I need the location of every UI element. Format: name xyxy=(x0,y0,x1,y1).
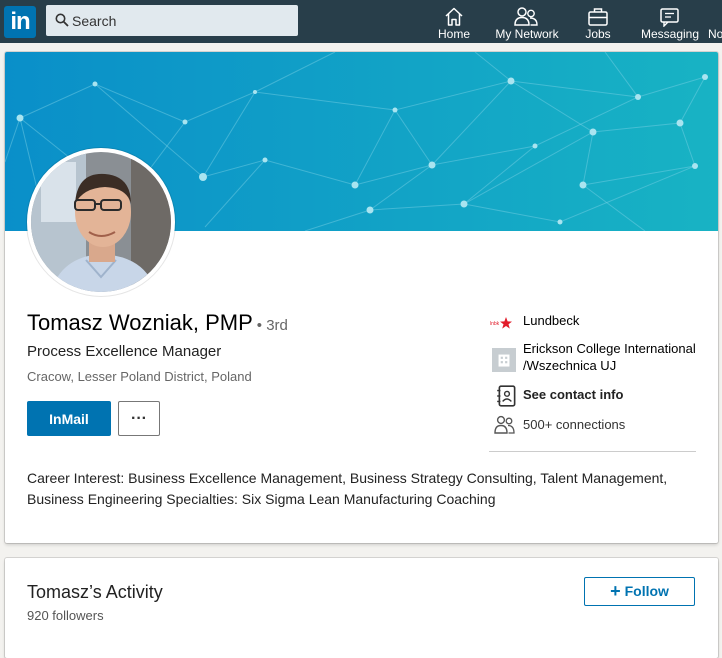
lundbeck-logo-icon: lnbk xyxy=(490,317,512,329)
nav-home-label: Home xyxy=(437,27,470,41)
activity-title: Tomasz’s Activity xyxy=(27,582,163,602)
profile-headline: Process Excellence Manager xyxy=(27,343,222,360)
bell-icon xyxy=(708,5,722,27)
search-icon xyxy=(55,13,69,27)
top-nav-bar: in Home My Network Jobs xyxy=(0,0,722,43)
follow-label: Follow xyxy=(624,583,669,599)
school-icon xyxy=(492,348,516,372)
messaging-icon xyxy=(660,8,679,27)
plus-icon: + xyxy=(610,581,621,601)
nav-notifications[interactable]: No xyxy=(708,3,722,43)
svg-text:lnbk: lnbk xyxy=(490,321,500,327)
more-actions-button[interactable]: ··· xyxy=(118,401,160,436)
search-input[interactable] xyxy=(72,5,292,36)
search-box[interactable] xyxy=(46,5,298,36)
profile-name-row: Tomasz Wozniak, PMP • 3rd xyxy=(27,310,288,336)
followers-count: 920 followers xyxy=(27,608,104,623)
home-icon xyxy=(445,7,463,26)
profile-avatar[interactable] xyxy=(27,148,175,296)
nav-messaging[interactable]: Messaging xyxy=(640,3,700,43)
nav-my-network[interactable]: My Network xyxy=(494,3,560,43)
nav-notifications-label: No xyxy=(708,27,722,41)
school-name: Erickson College International /Wszechni… xyxy=(523,341,696,373)
network-icon xyxy=(514,7,538,26)
nav-home[interactable]: Home xyxy=(434,3,474,43)
follow-button[interactable]: + Follow xyxy=(584,577,695,606)
nav-jobs-label: Jobs xyxy=(585,27,611,41)
nav-jobs[interactable]: Jobs xyxy=(578,3,618,43)
contact-info-link[interactable]: See contact info xyxy=(523,386,623,403)
highlights-divider xyxy=(489,451,696,452)
connections-count: 500+ connections xyxy=(523,417,626,432)
nav-messaging-label: Messaging xyxy=(640,27,700,41)
connection-degree: • 3rd xyxy=(256,317,288,334)
inmail-button[interactable]: InMail xyxy=(27,401,111,436)
company-name: Lundbeck xyxy=(523,313,580,328)
nav-my-network-label: My Network xyxy=(495,27,559,41)
contact-card-icon xyxy=(497,385,516,407)
profile-card: Tomasz Wozniak, PMP • 3rd Process Excelle… xyxy=(5,52,718,543)
connections-icon xyxy=(494,415,515,434)
activity-card: Tomasz’s Activity 920 followers + Follow xyxy=(5,558,718,658)
career-interest: Career Interest: Business Excellence Man… xyxy=(27,470,668,507)
profile-photo xyxy=(31,152,171,292)
linkedin-logo[interactable]: in xyxy=(4,6,36,38)
profile-location: Cracow, Lesser Poland District, Poland xyxy=(27,369,252,384)
profile-name: Tomasz Wozniak, PMP xyxy=(27,310,253,335)
briefcase-icon xyxy=(588,8,608,26)
